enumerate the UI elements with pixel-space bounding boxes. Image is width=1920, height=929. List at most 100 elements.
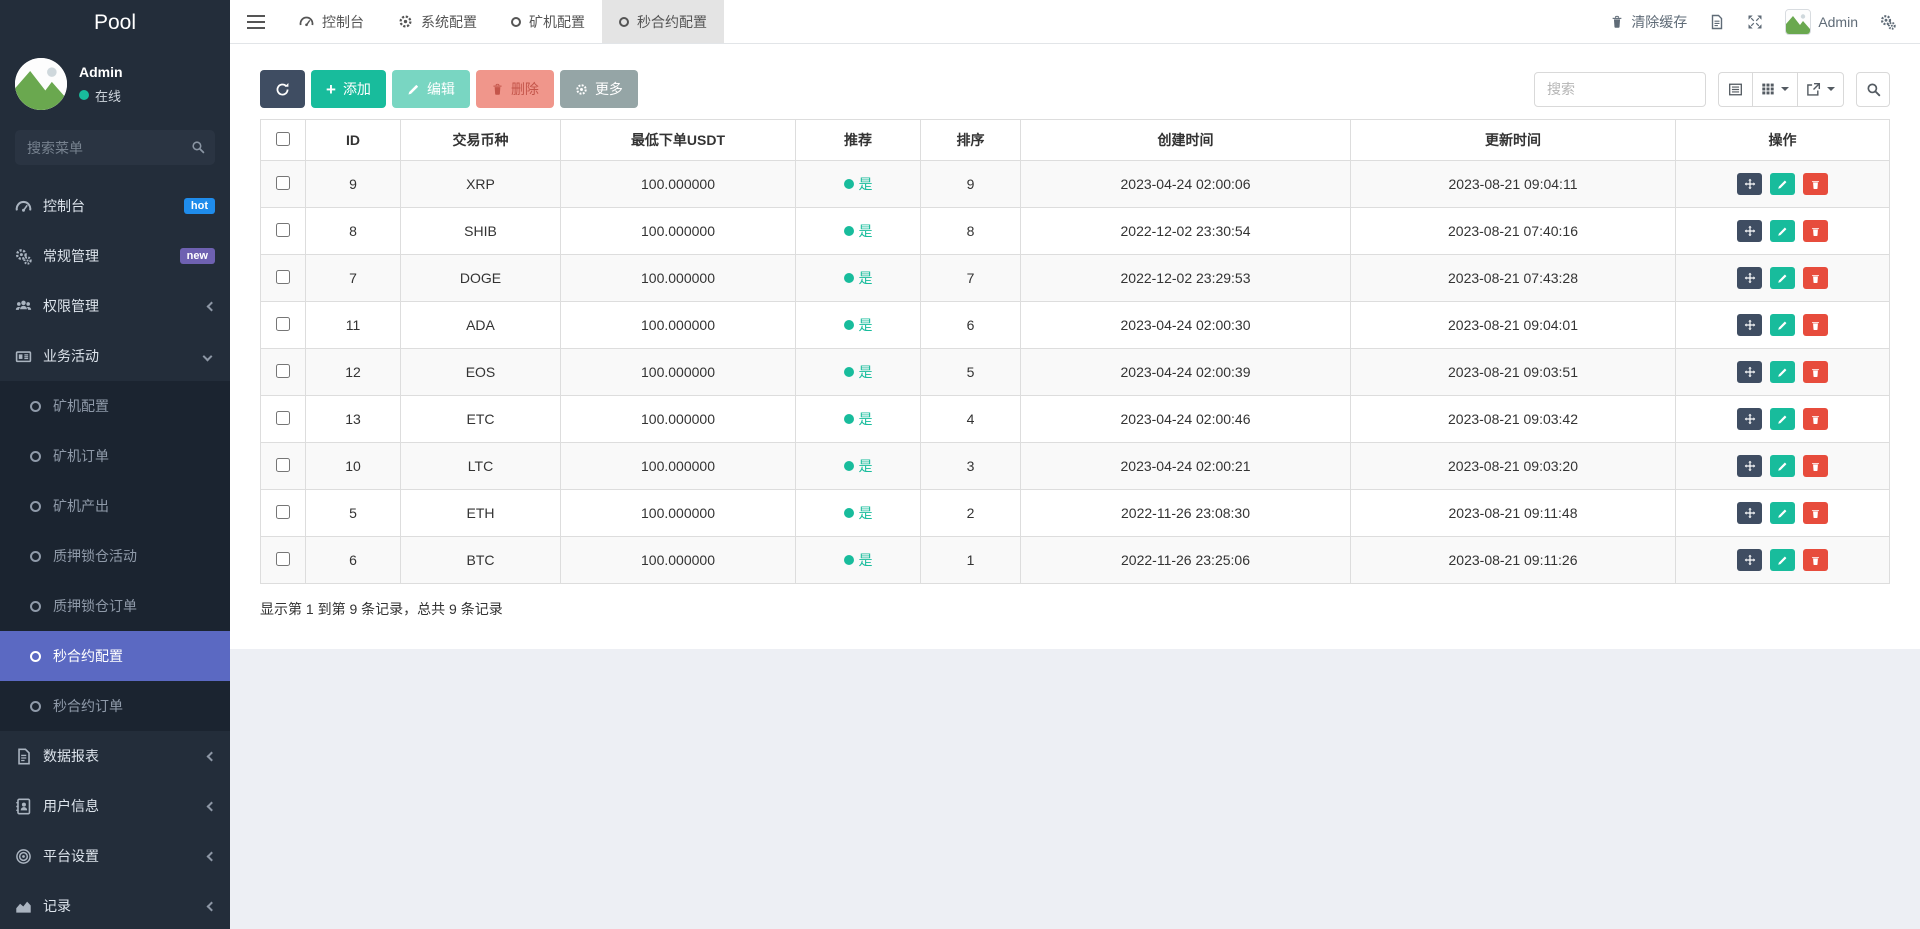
columns-button[interactable] bbox=[1752, 71, 1797, 107]
sidebar-item-label: 秒合约配置 bbox=[53, 648, 123, 664]
sidebar-item-miner-config[interactable]: 矿机配置 bbox=[0, 381, 230, 431]
row-checkbox[interactable] bbox=[276, 363, 290, 378]
language-button[interactable] bbox=[1709, 14, 1725, 30]
row-move-button[interactable] bbox=[1737, 548, 1763, 571]
row-move-button[interactable] bbox=[1737, 501, 1763, 524]
row-checkbox[interactable] bbox=[276, 175, 290, 190]
caret-down-icon bbox=[1781, 87, 1789, 91]
sidebar-toggle-button[interactable] bbox=[230, 0, 282, 43]
cell-recommend: 是 bbox=[858, 458, 873, 474]
row-delete-button[interactable] bbox=[1802, 408, 1828, 431]
tab-seconds-contract-config[interactable]: 秒合约配置 bbox=[602, 0, 724, 43]
tachometer-icon bbox=[15, 200, 32, 212]
edit-button[interactable]: 编辑 bbox=[391, 70, 470, 108]
delete-button[interactable]: 删除 bbox=[475, 70, 554, 108]
row-checkbox[interactable] bbox=[276, 410, 290, 425]
user-menu[interactable]: Admin bbox=[1785, 8, 1858, 35]
row-delete-button[interactable] bbox=[1802, 220, 1828, 243]
sidebar-item-label: 矿机配置 bbox=[53, 398, 109, 414]
select-all-checkbox[interactable] bbox=[276, 131, 290, 146]
circle-icon bbox=[619, 16, 629, 27]
row-move-button[interactable] bbox=[1737, 266, 1763, 289]
row-move-button[interactable] bbox=[1737, 313, 1763, 336]
row-edit-button[interactable] bbox=[1770, 267, 1795, 290]
tab-miner-config[interactable]: 矿机配置 bbox=[494, 0, 602, 43]
sidebar-item-miner-orders[interactable]: 矿机订单 bbox=[0, 431, 230, 481]
sidebar-item-general[interactable]: 常规管理 new bbox=[0, 231, 230, 281]
row-edit-button[interactable] bbox=[1770, 361, 1795, 384]
row-delete-button[interactable] bbox=[1802, 314, 1828, 337]
more-button[interactable]: 更多 bbox=[559, 70, 638, 108]
sidebar-item-staking-activity[interactable]: 质押锁仓活动 bbox=[0, 531, 230, 581]
refresh-button[interactable] bbox=[260, 70, 305, 108]
row-edit-button[interactable] bbox=[1770, 549, 1795, 572]
row-edit-button[interactable] bbox=[1770, 220, 1795, 243]
cell-id: 12 bbox=[305, 348, 401, 396]
row-edit-button[interactable] bbox=[1770, 408, 1795, 431]
row-checkbox[interactable] bbox=[276, 269, 290, 284]
sidebar-item-staking-orders[interactable]: 质押锁仓订单 bbox=[0, 581, 230, 631]
tab-system-config[interactable]: 系统配置 bbox=[381, 0, 494, 43]
table-row: 11 ADA 100.000000 是 6 2023-04-24 02:00:3… bbox=[260, 301, 1890, 349]
export-button[interactable] bbox=[1797, 71, 1844, 107]
sidebar-item-reports[interactable]: 数据报表 bbox=[0, 731, 230, 781]
row-checkbox[interactable] bbox=[276, 316, 290, 331]
row-checkbox[interactable] bbox=[276, 504, 290, 519]
row-delete-button[interactable] bbox=[1802, 455, 1828, 478]
sidebar-item-miner-output[interactable]: 矿机产出 bbox=[0, 481, 230, 531]
clear-cache-label: 清除缓存 bbox=[1631, 13, 1688, 30]
top-navbar: 控制台 系统配置 矿机配置 秒合约配置 清除缓存 Admin bbox=[230, 0, 1920, 44]
sidebar-item-user-info[interactable]: 用户信息 bbox=[0, 781, 230, 831]
sidebar-item-dashboard[interactable]: 控制台 hot bbox=[0, 181, 230, 231]
sidebar-item-business[interactable]: 业务活动 bbox=[0, 331, 230, 381]
row-move-button[interactable] bbox=[1737, 454, 1763, 477]
fullscreen-button[interactable] bbox=[1747, 14, 1763, 30]
row-delete-button[interactable] bbox=[1802, 549, 1828, 572]
row-move-button[interactable] bbox=[1737, 172, 1763, 195]
row-edit-button[interactable] bbox=[1770, 173, 1795, 196]
detail-view-button[interactable] bbox=[1718, 71, 1752, 107]
sidebar-item-seconds-contract-config[interactable]: 秒合约配置 bbox=[0, 631, 230, 681]
row-move-button[interactable] bbox=[1737, 360, 1763, 383]
table-search-input[interactable] bbox=[1534, 71, 1706, 107]
caret-down-icon bbox=[1827, 87, 1835, 91]
cell-min-usdt: 100.000000 bbox=[560, 254, 796, 302]
avatar-image-icon bbox=[15, 58, 67, 110]
chevron-left-icon bbox=[206, 751, 217, 761]
row-checkbox[interactable] bbox=[276, 457, 290, 472]
row-delete-button[interactable] bbox=[1802, 361, 1828, 384]
row-move-button[interactable] bbox=[1737, 407, 1763, 430]
trash-icon bbox=[1811, 227, 1819, 236]
document-icon bbox=[1712, 14, 1723, 29]
row-move-button[interactable] bbox=[1737, 219, 1763, 242]
circle-icon bbox=[30, 400, 41, 412]
row-edit-button[interactable] bbox=[1770, 314, 1795, 337]
search-button[interactable] bbox=[1856, 71, 1890, 107]
grid-icon bbox=[1762, 83, 1774, 95]
clear-cache-button[interactable]: 清除缓存 bbox=[1610, 12, 1687, 32]
cell-updated: 2023-08-21 09:03:20 bbox=[1350, 442, 1676, 490]
online-status-dot bbox=[79, 90, 89, 100]
pencil-icon bbox=[1778, 556, 1787, 565]
cell-recommend: 是 bbox=[858, 176, 873, 192]
tab-dashboard[interactable]: 控制台 bbox=[282, 0, 381, 43]
sidebar-item-platform-settings[interactable]: 平台设置 bbox=[0, 831, 230, 881]
add-button[interactable]: + 添加 bbox=[311, 70, 386, 108]
row-delete-button[interactable] bbox=[1802, 267, 1828, 290]
cell-updated: 2023-08-21 09:11:26 bbox=[1350, 536, 1676, 584]
sidebar-item-label: 常规管理 bbox=[43, 248, 99, 264]
row-delete-button[interactable] bbox=[1802, 173, 1828, 196]
more-button-label: 更多 bbox=[594, 81, 623, 97]
row-checkbox[interactable] bbox=[276, 551, 290, 566]
sidebar-item-permissions[interactable]: 权限管理 bbox=[0, 281, 230, 331]
row-checkbox[interactable] bbox=[276, 222, 290, 237]
gear-icon bbox=[399, 15, 412, 28]
menu-search-input[interactable] bbox=[15, 130, 215, 165]
move-icon bbox=[1744, 413, 1755, 424]
row-delete-button[interactable] bbox=[1802, 502, 1828, 525]
sidebar-item-records[interactable]: 记录 bbox=[0, 881, 230, 929]
row-edit-button[interactable] bbox=[1770, 455, 1795, 478]
row-edit-button[interactable] bbox=[1770, 502, 1795, 525]
sidebar-item-seconds-contract-orders[interactable]: 秒合约订单 bbox=[0, 681, 230, 731]
settings-button[interactable] bbox=[1880, 14, 1896, 30]
